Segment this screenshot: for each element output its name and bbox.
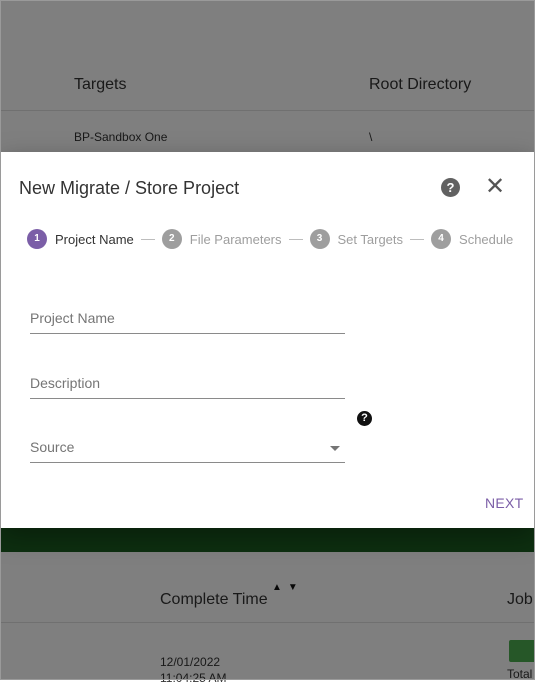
step-label: Set Targets	[337, 231, 404, 247]
description-label: Description	[30, 375, 101, 391]
step-label: Project Name	[55, 231, 134, 247]
new-project-dialog: New Migrate / Store Project ? ✕ 1 Projec…	[1, 152, 534, 528]
step-connector	[410, 238, 425, 240]
description-field[interactable]: Description	[30, 370, 345, 399]
step-label: File Parameters	[189, 231, 282, 247]
step-project-name[interactable]: 1 Project Name	[27, 229, 134, 249]
next-button[interactable]: NEXT	[485, 495, 524, 511]
project-name-label: Project Name	[30, 310, 115, 326]
step-number: 4	[431, 229, 452, 249]
source-select[interactable]: Source	[30, 434, 345, 463]
step-set-targets[interactable]: 3 Set Targets	[309, 229, 404, 249]
dialog-title: New Migrate / Store Project	[19, 178, 240, 198]
close-icon[interactable]: ✕	[485, 174, 505, 200]
step-number: 3	[309, 229, 330, 249]
step-file-parameters[interactable]: 2 File Parameters	[161, 229, 282, 249]
source-label: Source	[30, 439, 75, 455]
stepper: 1 Project Name 2 File Parameters 3 Set T…	[27, 229, 513, 249]
project-name-field[interactable]: Project Name	[30, 305, 345, 334]
help-icon[interactable]: ?	[441, 178, 460, 197]
dropdown-arrow-icon	[330, 446, 340, 451]
source-help-icon[interactable]: ?	[357, 411, 372, 426]
step-connector	[140, 238, 155, 240]
step-label: Schedule	[459, 231, 514, 247]
step-connector	[288, 238, 303, 240]
step-number: 2	[161, 229, 182, 249]
step-number: 1	[27, 229, 47, 249]
step-schedule[interactable]: 4 Schedule	[431, 229, 513, 249]
